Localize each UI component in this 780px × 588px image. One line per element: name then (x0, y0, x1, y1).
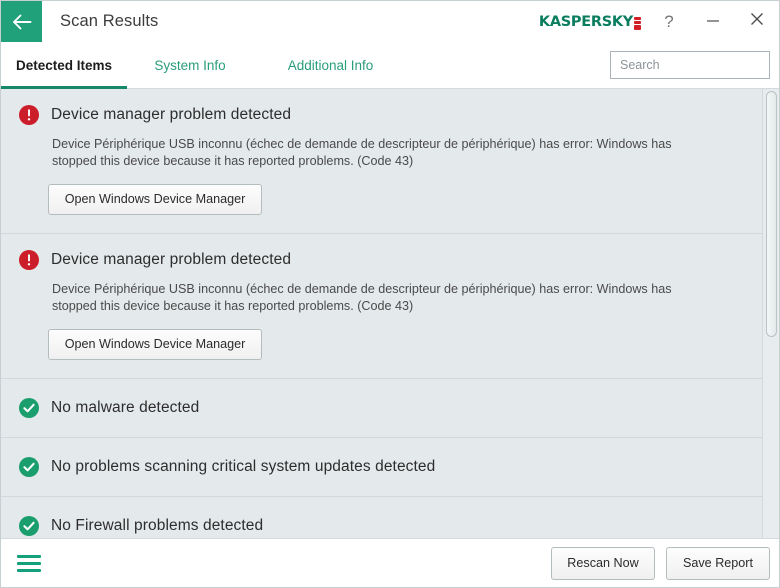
open-device-manager-button[interactable]: Open Windows Device Manager (48, 184, 262, 215)
check-icon (19, 398, 39, 418)
result-title: No Firewall problems detected (51, 517, 264, 534)
table-row[interactable]: No problems scanning critical system upd… (1, 438, 762, 497)
table-row[interactable]: Device manager problem detected Device P… (1, 89, 762, 234)
scrollbar-thumb[interactable] (766, 91, 777, 337)
kaspersky-logo-text: KASPERSKY (538, 13, 633, 30)
tab-list: Detected Items System Info Additional In… (1, 42, 408, 89)
rescan-now-button[interactable]: Rescan Now (551, 546, 655, 580)
hamburger-menu-icon[interactable] (14, 548, 44, 578)
save-report-button[interactable]: Save Report (666, 546, 770, 580)
open-device-manager-button[interactable]: Open Windows Device Manager (48, 329, 262, 360)
table-row[interactable]: Device manager problem detected Device P… (1, 234, 762, 379)
footer-bar: Rescan Now Save Report (1, 538, 779, 587)
check-icon (19, 516, 39, 536)
result-action: Open Windows Device Manager (48, 184, 744, 215)
table-row[interactable]: No malware detected (1, 379, 762, 438)
error-icon (19, 250, 39, 270)
result-title: No problems scanning critical system upd… (51, 458, 436, 475)
close-icon (749, 11, 765, 32)
minimize-button[interactable] (691, 1, 735, 42)
result-header: Device manager problem detected (19, 234, 744, 270)
scan-results-window: Scan Results KASPERSKY ? Detected Items … (0, 0, 780, 588)
result-header: No malware detected (19, 379, 744, 437)
result-header: Device manager problem detected (19, 89, 744, 125)
result-title: No malware detected (51, 399, 200, 416)
result-header: No problems scanning critical system upd… (19, 438, 744, 496)
arrow-left-icon (11, 14, 33, 30)
help-button[interactable]: ? (647, 1, 691, 42)
kaspersky-logo: KASPERSKY (539, 1, 647, 42)
result-header: No Firewall problems detected (19, 497, 744, 538)
table-row[interactable]: No Firewall problems detected (1, 497, 762, 538)
tab-additional-info[interactable]: Additional Info (253, 42, 408, 88)
tab-detected-items[interactable]: Detected Items (1, 42, 127, 89)
kaspersky-logo-mark (634, 17, 641, 30)
minimize-icon (705, 13, 721, 31)
result-title: Device manager problem detected (51, 251, 292, 268)
vertical-scrollbar[interactable] (762, 89, 779, 538)
result-description: Device Périphérique USB inconnu (échec d… (52, 282, 672, 313)
result-action: Open Windows Device Manager (48, 329, 744, 360)
error-icon (19, 105, 39, 125)
footer-buttons: Rescan Now Save Report (551, 546, 770, 580)
result-description: Device Périphérique USB inconnu (échec d… (52, 137, 672, 168)
result-title: Device manager problem detected (51, 106, 292, 123)
close-button[interactable] (735, 1, 779, 42)
check-icon (19, 457, 39, 477)
tab-system-info[interactable]: System Info (127, 42, 253, 88)
page-title: Scan Results (60, 12, 159, 30)
tab-bar: Detected Items System Info Additional In… (1, 42, 779, 89)
results-list-container: Device manager problem detected Device P… (1, 89, 779, 538)
tab-label: Additional Info (287, 57, 374, 73)
tab-label: Detected Items (15, 57, 113, 73)
search-box[interactable] (610, 51, 779, 79)
results-list: Device manager problem detected Device P… (1, 89, 762, 538)
tab-label: System Info (154, 57, 226, 73)
search-input[interactable] (611, 52, 779, 78)
back-button[interactable] (1, 1, 42, 42)
title-bar: Scan Results KASPERSKY ? (1, 1, 779, 42)
window-controls: ? (647, 1, 779, 42)
